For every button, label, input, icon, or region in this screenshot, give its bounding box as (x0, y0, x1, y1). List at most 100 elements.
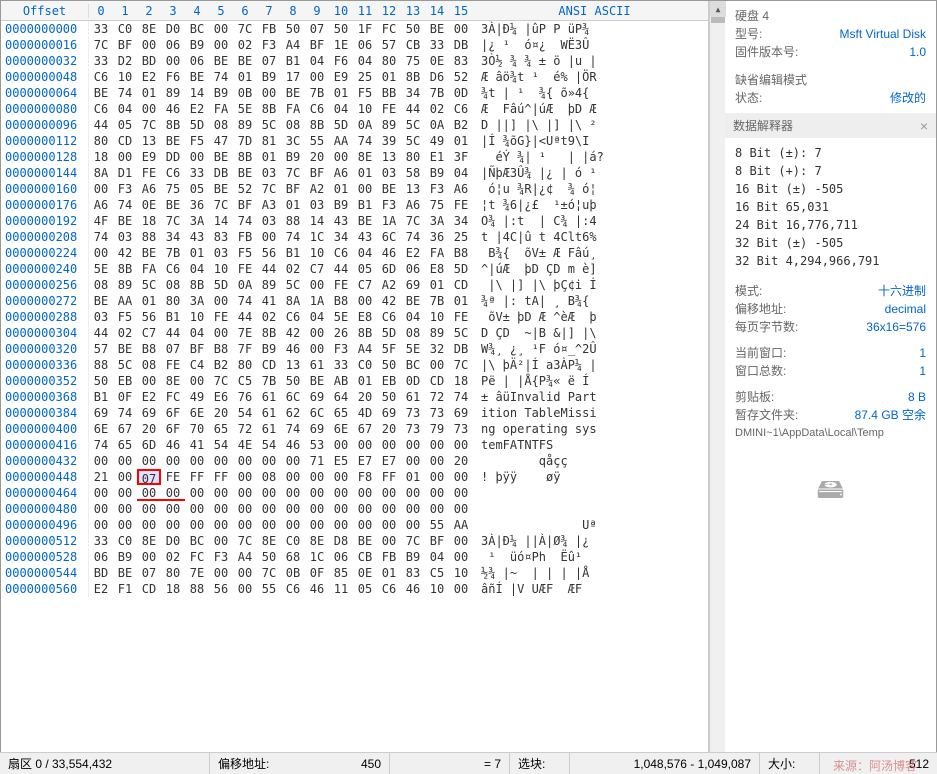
hex-byte-cell[interactable]: 01 (329, 85, 353, 101)
hex-byte-cell[interactable]: 00 (161, 501, 185, 517)
hex-byte-cell[interactable]: 00 (209, 517, 233, 533)
hex-byte-cell[interactable]: DB (449, 341, 473, 357)
ascii-cell[interactable]: ¹ üó¤Ph Ëû¹ (473, 549, 708, 565)
hex-row[interactable]: 00000004006E67206F7065726174696E67207379… (1, 421, 708, 437)
hex-byte-cell[interactable]: 0F (305, 565, 329, 581)
hex-byte-cell[interactable]: 20 (353, 389, 377, 405)
hex-byte-cell[interactable]: C6 (89, 101, 113, 117)
hex-byte-cell[interactable]: 7E (233, 325, 257, 341)
hex-byte-cell[interactable]: 61 (257, 421, 281, 437)
hex-row[interactable]: 000000032057BEB807BFB87FB94600F3A45F5E32… (1, 341, 708, 357)
hex-byte-cell[interactable]: 14 (185, 85, 209, 101)
hex-row[interactable]: 000000003233D2BD0006BEBE07B104F60480750E… (1, 53, 708, 69)
hex-byte-cell[interactable]: FA (209, 101, 233, 117)
hex-byte-cell[interactable]: 00 (233, 581, 257, 597)
hex-byte-cell[interactable]: 00 (137, 485, 161, 501)
hex-byte-cell[interactable]: 20 (305, 149, 329, 165)
hex-byte-cell[interactable]: FE (137, 165, 161, 181)
hex-byte-cell[interactable]: 6E (185, 405, 209, 421)
hex-byte-cell[interactable]: 05 (353, 581, 377, 597)
hex-byte-cell[interactable]: 04 (185, 261, 209, 277)
hex-byte-cell[interactable]: 56 (209, 581, 233, 597)
hex-byte-cell[interactable]: B1 (281, 53, 305, 69)
hex-byte-cell[interactable]: 42 (113, 245, 137, 261)
hex-byte-cell[interactable]: 00 (185, 453, 209, 469)
hex-byte-cell[interactable]: 8B (161, 117, 185, 133)
offset-cell[interactable]: 0000000416 (1, 437, 89, 453)
hex-byte-cell[interactable]: 3A (185, 213, 209, 229)
hex-byte-cell[interactable]: 80 (401, 149, 425, 165)
hex-byte-cell[interactable]: 80 (161, 565, 185, 581)
hex-byte-cell[interactable]: CD (137, 581, 161, 597)
hex-byte-cell[interactable]: 01 (233, 69, 257, 85)
hex-byte-cell[interactable]: 05 (353, 261, 377, 277)
hex-byte-cell[interactable]: 02 (113, 325, 137, 341)
hex-byte-cell[interactable]: 80 (233, 357, 257, 373)
hex-byte-cell[interactable]: 4D (353, 405, 377, 421)
hex-byte-cell[interactable]: 00 (89, 245, 113, 261)
hex-byte-cell[interactable]: 00 (113, 517, 137, 533)
hex-byte-cell[interactable]: 0D (401, 373, 425, 389)
ascii-cell[interactable]: ¾ª |: tA| ¸ B¾{ (473, 293, 708, 309)
hex-byte-cell[interactable]: FE (161, 357, 185, 373)
hex-byte-cell[interactable]: 5F (377, 341, 401, 357)
hex-byte-cell[interactable]: A4 (281, 37, 305, 53)
hex-byte-cell[interactable]: 01 (449, 133, 473, 149)
hex-byte-cell[interactable]: 64 (329, 389, 353, 405)
hex-byte-cell[interactable]: 00 (113, 469, 137, 485)
hex-byte-cell[interactable]: 00 (329, 517, 353, 533)
ascii-cell[interactable]: temFATNTFS (473, 437, 708, 453)
hex-byte-cell[interactable]: 00 (137, 517, 161, 533)
hex-byte-cell[interactable]: 33 (329, 357, 353, 373)
hex-byte-cell[interactable]: 18 (137, 213, 161, 229)
offset-cell[interactable]: 0000000512 (1, 533, 89, 549)
hex-byte-cell[interactable]: 69 (305, 421, 329, 437)
hex-byte-cell[interactable]: D6 (425, 69, 449, 85)
hex-byte-cell[interactable]: 08 (161, 277, 185, 293)
hex-row[interactable]: 000000043200000000000000000071E5E7E70000… (1, 453, 708, 469)
hex-byte-cell[interactable]: 06 (353, 37, 377, 53)
hex-byte-cell[interactable]: A2 (377, 277, 401, 293)
hex-byte-cell[interactable]: FE (161, 469, 185, 485)
hex-byte-cell[interactable]: 13 (401, 181, 425, 197)
hex-byte-cell[interactable]: 07 (161, 341, 185, 357)
hex-byte-cell[interactable]: 89 (113, 277, 137, 293)
hex-byte-cell[interactable]: 46 (281, 341, 305, 357)
hex-byte-cell[interactable]: 74 (113, 85, 137, 101)
hex-byte-cell[interactable]: B8 (449, 245, 473, 261)
hex-byte-cell[interactable]: BE (89, 293, 113, 309)
hex-byte-cell[interactable]: 7C (209, 197, 233, 213)
offset-cell[interactable]: 0000000528 (1, 549, 89, 565)
hex-byte-cell[interactable]: 02 (257, 309, 281, 325)
hex-byte-cell[interactable]: 17 (281, 69, 305, 85)
hex-byte-cell[interactable]: D0 (161, 21, 185, 37)
hex-byte-cell[interactable]: F5 (185, 133, 209, 149)
hex-byte-cell[interactable]: 74 (353, 133, 377, 149)
hex-row[interactable]: 000000011280CD13BEF5477D813C55AA74395C49… (1, 133, 708, 149)
hex-byte-cell[interactable]: FA (281, 101, 305, 117)
hex-byte-cell[interactable]: E7 (377, 453, 401, 469)
hex-byte-cell[interactable]: 5C (113, 357, 137, 373)
offset-cell[interactable]: 0000000560 (1, 581, 89, 597)
hex-byte-cell[interactable]: 73 (425, 405, 449, 421)
hex-byte-cell[interactable]: 25 (449, 229, 473, 245)
hex-byte-cell[interactable]: C0 (113, 533, 137, 549)
hex-byte-cell[interactable]: D1 (113, 165, 137, 181)
hex-byte-cell[interactable]: BE (425, 21, 449, 37)
hex-byte-cell[interactable]: 00 (185, 373, 209, 389)
hex-byte-cell[interactable]: 00 (209, 453, 233, 469)
hex-byte-cell[interactable]: 06 (161, 37, 185, 53)
offset-cell[interactable]: 0000000320 (1, 341, 89, 357)
hex-byte-cell[interactable]: 00 (209, 485, 233, 501)
hex-row[interactable]: 000000028803F556B110FE4402C6045EE8C60410… (1, 309, 708, 325)
hex-byte-cell[interactable]: 05 (185, 181, 209, 197)
hex-byte-cell[interactable]: 00 (449, 21, 473, 37)
hex-byte-cell[interactable]: 8B (233, 149, 257, 165)
hex-byte-cell[interactable]: 89 (257, 277, 281, 293)
hex-byte-cell[interactable]: 00 (329, 485, 353, 501)
hex-byte-cell[interactable]: 8E (137, 533, 161, 549)
hex-byte-cell[interactable]: DD (161, 149, 185, 165)
hex-byte-cell[interactable]: 65 (209, 421, 233, 437)
hex-byte-cell[interactable]: 10 (185, 309, 209, 325)
hex-byte-cell[interactable]: BB (377, 85, 401, 101)
